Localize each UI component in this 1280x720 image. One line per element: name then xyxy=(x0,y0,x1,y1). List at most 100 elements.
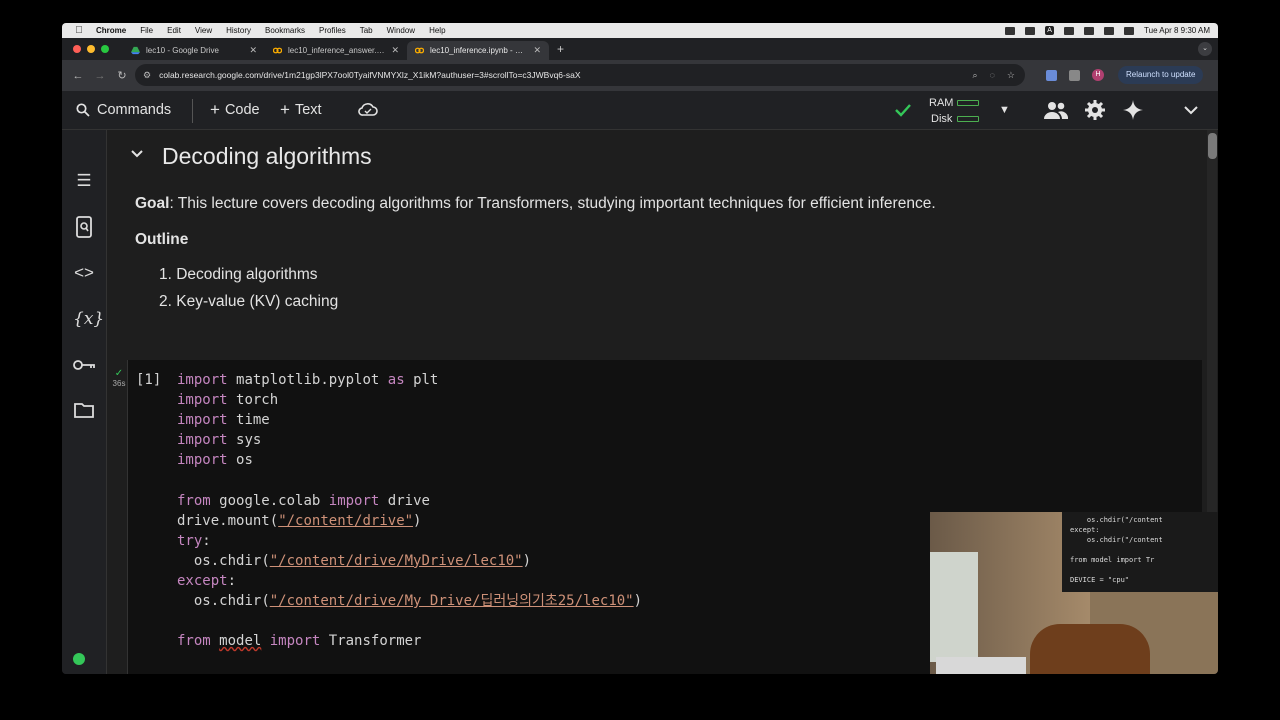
add-text-button[interactable]: + Text xyxy=(280,91,322,129)
disk-label: Disk xyxy=(931,113,953,125)
webcam-projected-screen: os.chdir("/content except: os.chdir("/con… xyxy=(1062,512,1218,592)
cloud-save-icon[interactable] xyxy=(358,91,378,129)
left-sidebar: ☰ <> {x} xyxy=(62,130,107,674)
ram-bar xyxy=(957,100,979,106)
puzzle-icon[interactable] xyxy=(1069,69,1080,81)
menu-edit[interactable]: Edit xyxy=(167,26,181,35)
plus-icon: + xyxy=(210,100,220,119)
menu-tab[interactable]: Tab xyxy=(360,26,373,35)
wifi-icon[interactable] xyxy=(1064,26,1075,35)
search-icon xyxy=(76,103,90,117)
menu-history[interactable]: History xyxy=(226,26,251,35)
key-icon xyxy=(73,360,95,370)
chevron-down-icon xyxy=(1184,106,1198,115)
commands-button[interactable]: Commands xyxy=(76,91,171,129)
add-text-label: Text xyxy=(294,102,322,118)
tab-inference-colab[interactable]: lec10_inference.ipynb - Colab ✕ xyxy=(407,41,549,60)
zoom-window-button[interactable] xyxy=(101,45,109,53)
code-editor[interactable]: import matplotlib.pyplot as plt import to… xyxy=(177,370,642,674)
colab-icon xyxy=(273,47,282,54)
bookmark-star-icon[interactable]: ☆ xyxy=(1007,70,1015,81)
code-line: except: xyxy=(177,572,237,589)
tab-google-drive[interactable]: lec10 - Google Drive ✕ xyxy=(123,41,265,60)
scrollbar-thumb[interactable] xyxy=(1208,133,1217,159)
collapse-toolbar-icon[interactable] xyxy=(1184,91,1198,129)
apple-icon[interactable]:  xyxy=(74,25,84,36)
screen-icon[interactable] xyxy=(1084,26,1095,35)
control-center-icon[interactable] xyxy=(1124,26,1135,35)
close-tab-icon[interactable]: ✕ xyxy=(391,45,399,56)
code-snippets-icon[interactable]: <> xyxy=(73,262,95,284)
battery-icon[interactable] xyxy=(1025,26,1036,35)
close-window-button[interactable] xyxy=(73,45,81,53)
files-folder-icon[interactable] xyxy=(73,402,95,424)
webcam-overlay: os.chdir("/content except: os.chdir("/con… xyxy=(930,512,1218,674)
connected-check-icon[interactable] xyxy=(894,91,912,129)
cell-prompt[interactable]: [1] xyxy=(136,372,161,388)
colab-icon xyxy=(415,47,424,54)
close-tab-icon[interactable]: ✕ xyxy=(533,45,541,56)
ram-label: RAM xyxy=(929,97,954,109)
back-icon[interactable]: ← xyxy=(72,70,84,82)
menu-view[interactable]: View xyxy=(195,26,212,35)
menu-app[interactable]: Chrome xyxy=(96,26,126,35)
forward-icon[interactable]: → xyxy=(94,70,106,82)
tab-inference-answer[interactable]: lec10_inference_answer.ipynb ✕ xyxy=(265,41,407,60)
resource-monitor[interactable]: RAM Disk xyxy=(929,95,989,127)
google-drive-icon xyxy=(131,46,140,55)
minimize-window-button[interactable] xyxy=(87,45,95,53)
code-line: drive.mount("/content/drive") xyxy=(177,512,422,529)
code-line: import matplotlib.pyplot as plt xyxy=(177,372,439,388)
relaunch-button[interactable]: Relaunch to update xyxy=(1118,66,1204,84)
code-line: os.chdir("/content/drive/My Drive/딥러닝의기초… xyxy=(193,593,643,610)
code-line: from model import Transformer xyxy=(177,633,422,650)
screen:  Chrome File Edit View History Bookmark… xyxy=(62,23,1218,674)
dropbox-icon[interactable] xyxy=(1005,26,1016,35)
window-controls xyxy=(73,45,109,53)
menu-file[interactable]: File xyxy=(140,26,153,35)
zoom-icon[interactable]: ⌕ xyxy=(973,70,978,81)
table-of-contents-icon[interactable]: ☰ xyxy=(73,170,95,192)
runtime-dropdown-icon[interactable]: ▼ xyxy=(999,91,1010,129)
gemini-sparkle-icon[interactable] xyxy=(1123,91,1143,129)
new-tab-icon[interactable]: + xyxy=(557,42,564,56)
tab-search-icon[interactable]: ⌄ xyxy=(1198,42,1212,56)
commands-label: Commands xyxy=(97,102,172,118)
input-source-icon[interactable]: A xyxy=(1045,26,1055,35)
runtime-status-dot[interactable] xyxy=(73,653,85,665)
extension-icon[interactable] xyxy=(1046,69,1057,81)
webcam-podium xyxy=(1030,624,1150,674)
menu-profiles[interactable]: Profiles xyxy=(319,26,346,35)
sparkle-icon xyxy=(1123,100,1143,120)
eye-off-icon[interactable]: ◌ xyxy=(990,70,995,81)
variables-icon[interactable]: {x} xyxy=(73,308,104,330)
execution-status: ✓ 36s xyxy=(104,368,134,388)
add-code-button[interactable]: + Code xyxy=(210,91,260,129)
webcam-code-line: os.chdir("/content xyxy=(1070,516,1163,524)
menu-window[interactable]: Window xyxy=(387,26,415,35)
gear-icon xyxy=(1085,100,1105,120)
disk-bar xyxy=(957,116,979,122)
check-icon xyxy=(895,104,911,117)
colab-toolbar: Commands + Code + Text RAM Disk ▼ xyxy=(62,91,1218,130)
spotlight-icon[interactable] xyxy=(1104,26,1115,35)
find-icon[interactable] xyxy=(73,216,95,238)
menubar-clock[interactable]: Tue Apr 8 9:30 AM xyxy=(1144,26,1210,35)
profile-avatar[interactable]: H xyxy=(1092,69,1104,81)
url-field[interactable]: ⚙ colab.research.google.com/drive/1m21gp… xyxy=(135,64,1025,86)
code-line: import sys xyxy=(177,432,262,449)
reload-icon[interactable]: ↻ xyxy=(116,69,128,82)
site-info-icon[interactable]: ⚙ xyxy=(143,70,151,81)
settings-gear-icon[interactable] xyxy=(1084,91,1106,129)
share-people-icon[interactable] xyxy=(1044,91,1068,129)
toolbar-divider xyxy=(192,99,193,123)
tab-title: lec10_inference.ipynb - Colab xyxy=(430,46,528,55)
section-collapse-chevron-icon[interactable] xyxy=(129,146,145,162)
menu-bookmarks[interactable]: Bookmarks xyxy=(265,26,305,35)
cloud-icon xyxy=(358,103,378,116)
webcam-code-line: except: xyxy=(1070,526,1100,534)
menu-help[interactable]: Help xyxy=(429,26,445,35)
code-line: from google.colab import drive xyxy=(177,492,430,509)
close-tab-icon[interactable]: ✕ xyxy=(249,45,257,56)
secrets-key-icon[interactable] xyxy=(73,355,95,377)
